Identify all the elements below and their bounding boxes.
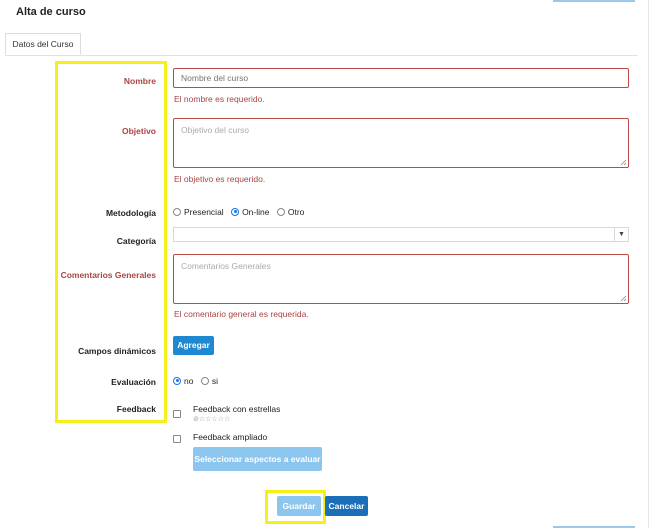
objetivo-placeholder: Objetivo del curso — [181, 125, 250, 135]
comentarios-placeholder: Comentarios Generales — [181, 261, 271, 271]
radio-no-label: no — [184, 376, 194, 386]
metodologia-label: Metodología — [105, 208, 156, 218]
radio-no[interactable] — [173, 376, 181, 385]
feedback-stars-label: Feedback con estrellas — [193, 404, 281, 414]
star-rating-icon[interactable]: ⊘☆☆☆☆☆ — [193, 415, 230, 423]
nombre-error: El nombre es requerido. — [174, 94, 265, 104]
resize-grip-icon[interactable] — [620, 159, 627, 166]
objetivo-textarea[interactable]: Objetivo del curso — [173, 118, 629, 168]
objetivo-label: Objetivo — [121, 126, 156, 136]
campos-label: Campos dinámicos — [78, 346, 156, 356]
nombre-label: Nombre — [123, 76, 156, 86]
categoria-label: Categoría — [116, 236, 156, 246]
radio-otro-label: Otro — [287, 207, 305, 217]
feedback-extended-checkbox[interactable] — [173, 435, 181, 443]
comentarios-label: Comentarios Generales — [60, 270, 156, 280]
tab-datos-del-curso[interactable]: Datos del Curso — [5, 33, 81, 55]
chevron-down-icon[interactable]: ▼ — [614, 228, 628, 241]
feedback-extended-label: Feedback ampliado — [193, 432, 268, 442]
nombre-input[interactable] — [173, 68, 629, 88]
radio-online[interactable] — [231, 207, 240, 216]
seleccionar-aspectos-button[interactable]: Seleccionar aspectos a evaluar — [193, 447, 322, 471]
feedback-stars-checkbox[interactable] — [173, 410, 181, 418]
radio-si-label: si — [211, 376, 218, 386]
agregar-button[interactable]: Agregar — [173, 336, 214, 355]
panel-right-border — [648, 0, 649, 528]
evaluacion-radio-group: no si — [173, 376, 223, 386]
feedback-label: Feedback — [116, 404, 156, 414]
cancelar-button[interactable]: Cancelar — [325, 496, 368, 516]
comentarios-error: El comentario general es requerida. — [174, 309, 309, 319]
page-title: Alta de curso — [16, 6, 86, 18]
resize-grip-icon[interactable] — [620, 295, 627, 302]
tab-underline — [5, 55, 638, 56]
guardar-button[interactable]: Guardar — [277, 496, 321, 516]
comentarios-textarea[interactable]: Comentarios Generales — [173, 254, 629, 304]
radio-presencial-label: Presencial — [184, 207, 224, 217]
radio-presencial[interactable] — [173, 207, 181, 216]
radio-otro[interactable] — [276, 207, 285, 216]
radio-online-label: On-line — [242, 207, 270, 217]
objetivo-error: El objetivo es requerido. — [174, 174, 266, 184]
top-accent-bar — [553, 0, 635, 2]
metodologia-radio-group: Presencial On-line Otro — [173, 207, 309, 217]
evaluacion-label: Evaluación — [111, 377, 156, 387]
radio-si[interactable] — [200, 376, 209, 385]
categoria-select[interactable]: ▼ — [173, 227, 629, 242]
